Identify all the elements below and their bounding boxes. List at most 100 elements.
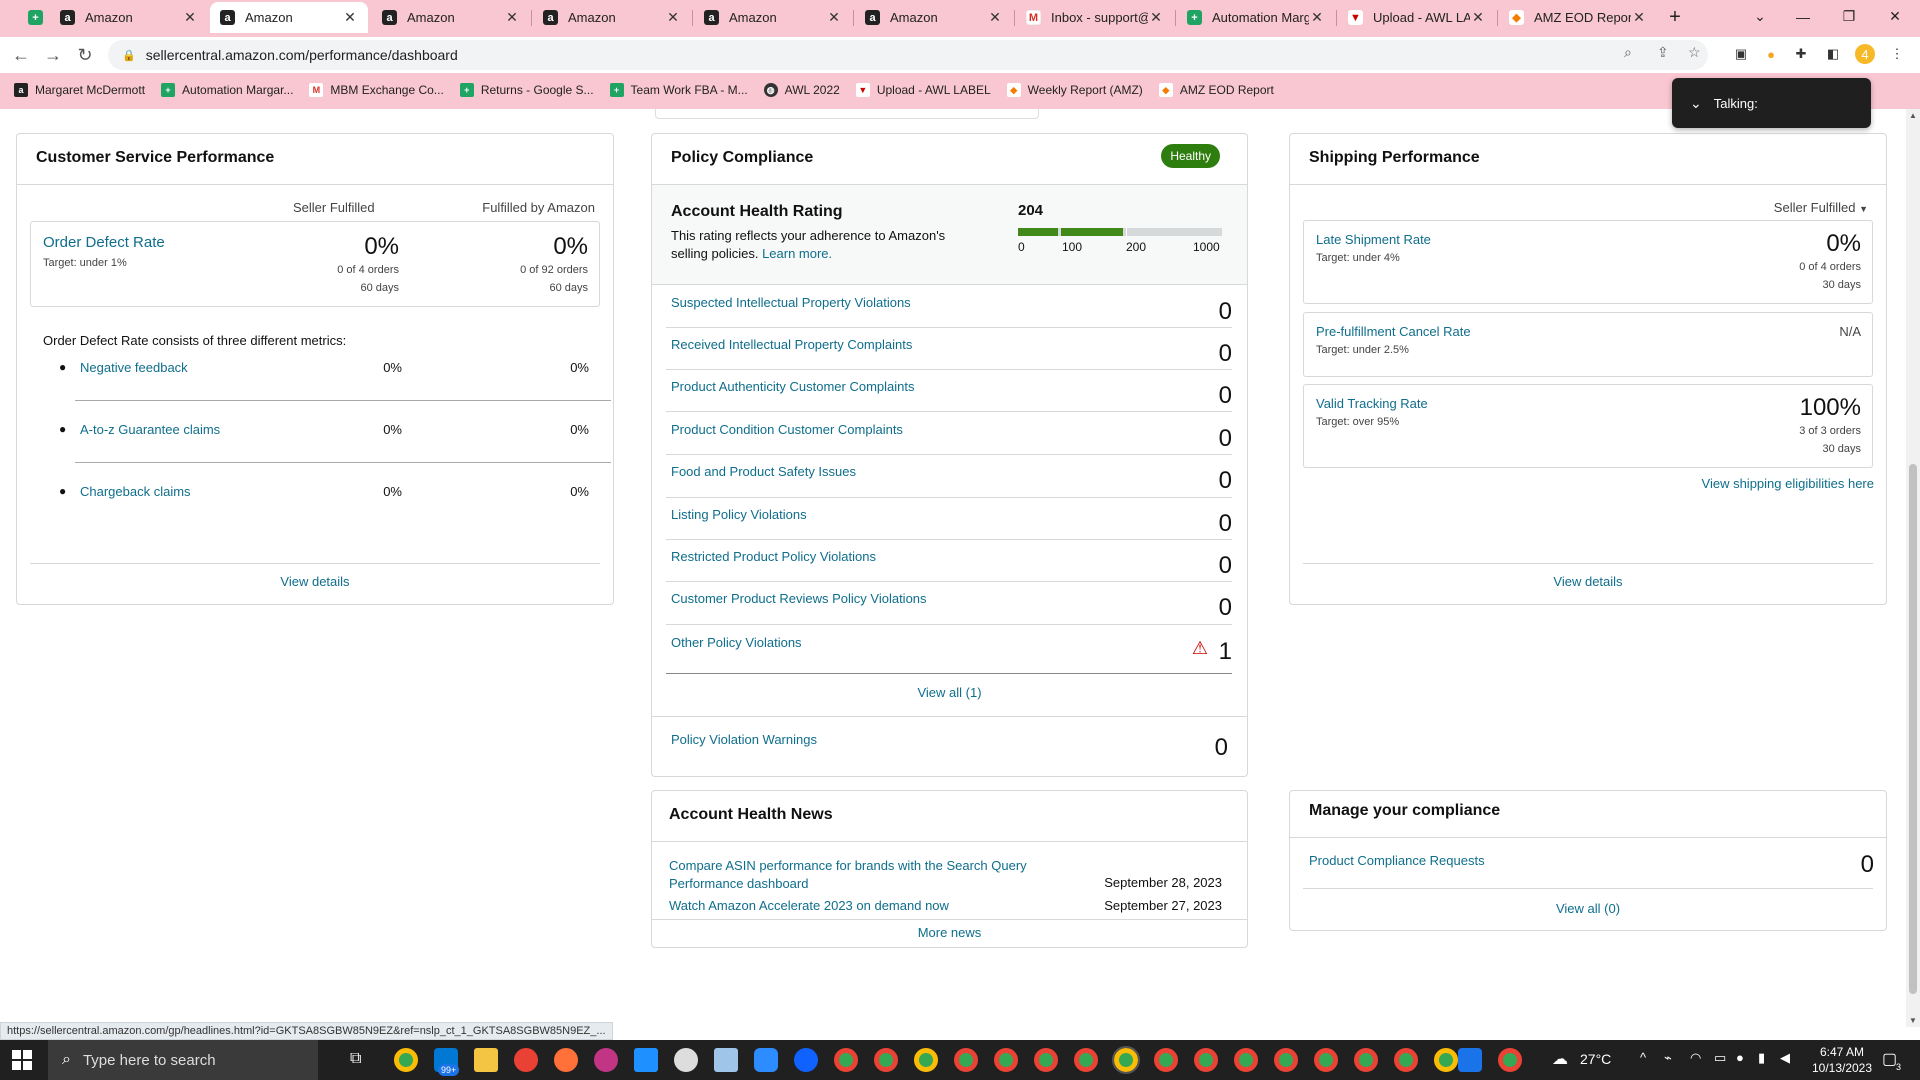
weather-temp[interactable]: 27°C xyxy=(1580,1051,1611,1067)
weather-icon[interactable]: ☁ xyxy=(1552,1049,1568,1069)
minimize-icon[interactable]: — xyxy=(1780,0,1826,33)
view-all-policy-link[interactable]: View all (1) xyxy=(652,685,1247,700)
tab-amazon-1[interactable]: a Amazon ✕ xyxy=(50,2,208,33)
close-icon[interactable]: ✕ xyxy=(182,9,198,26)
more-news-link[interactable]: More news xyxy=(652,925,1247,940)
policy-row-link[interactable]: Received Intellectual Property Complaint… xyxy=(671,337,912,352)
volume-icon[interactable]: ◀ xyxy=(1780,1050,1790,1066)
chrome-icon[interactable] xyxy=(1274,1048,1298,1072)
news-link[interactable]: Watch Amazon Accelerate 2023 on demand n… xyxy=(669,898,949,913)
learn-more-link[interactable]: Learn more. xyxy=(762,246,832,261)
bookmark-item[interactable]: ◍ AWL 2022 xyxy=(763,83,840,97)
policy-row-link[interactable]: Customer Product Reviews Policy Violatio… xyxy=(671,591,927,606)
late-shipment-link[interactable]: Late Shipment Rate xyxy=(1316,232,1431,247)
negative-feedback-link[interactable]: Negative feedback xyxy=(80,360,188,375)
close-icon[interactable]: ✕ xyxy=(342,9,358,26)
taskbar-search[interactable]: ⌕ Type here to search xyxy=(48,1040,318,1080)
policy-row-link[interactable]: Restricted Product Policy Violations xyxy=(671,549,876,564)
app-icon[interactable] xyxy=(794,1048,818,1072)
bookmark-item[interactable]: + Returns - Google S... xyxy=(459,83,594,97)
meet-icon[interactable]: ▭ xyxy=(1714,1050,1726,1066)
chrome-icon[interactable] xyxy=(1034,1048,1058,1072)
chrome-icon[interactable] xyxy=(1194,1048,1218,1072)
app-icon[interactable] xyxy=(1458,1048,1482,1072)
close-icon[interactable]: ✕ xyxy=(665,9,681,26)
chrome-icon[interactable] xyxy=(954,1048,978,1072)
network-icon[interactable]: ⌁ xyxy=(1664,1050,1672,1066)
policy-row-link[interactable]: Product Condition Customer Complaints xyxy=(671,422,903,437)
close-icon[interactable]: ✕ xyxy=(987,9,1003,26)
scroll-down-icon[interactable]: ▼ xyxy=(1909,1016,1917,1025)
app-icon[interactable] xyxy=(514,1048,538,1072)
chrome-icon[interactable] xyxy=(1234,1048,1258,1072)
chrome-icon[interactable] xyxy=(1314,1048,1338,1072)
tray-chevron-icon[interactable]: ^ xyxy=(1640,1050,1646,1065)
chrome-icon[interactable] xyxy=(914,1048,938,1072)
chrome-icon[interactable] xyxy=(1434,1048,1458,1072)
tab-amazon-3[interactable]: a Amazon ✕ xyxy=(372,2,530,33)
notification-icon[interactable]: ▢ xyxy=(1882,1049,1897,1069)
bookmark-item[interactable]: + Team Work FBA - M... xyxy=(609,83,748,97)
app-icon[interactable] xyxy=(594,1048,618,1072)
chrome-icon[interactable] xyxy=(834,1048,858,1072)
chargeback-claims-link[interactable]: Chargeback claims xyxy=(80,484,191,499)
avatar[interactable]: 4 xyxy=(1855,44,1875,64)
reload-icon[interactable]: ↻ xyxy=(71,41,99,69)
chevron-down-icon[interactable]: ⌄ xyxy=(1690,95,1702,112)
view-details-link[interactable]: View details xyxy=(1290,574,1886,589)
shipping-eligibilities-link[interactable]: View shipping eligibilities here xyxy=(1702,476,1874,491)
app-icon[interactable] xyxy=(674,1048,698,1072)
policy-row-link[interactable]: Other Policy Violations xyxy=(671,635,802,650)
puzzle-icon[interactable]: ✚ xyxy=(1791,44,1811,64)
bookmark-item[interactable]: + Automation Margar... xyxy=(161,83,293,97)
order-defect-rate-link[interactable]: Order Defect Rate xyxy=(43,234,165,251)
chrome-icon[interactable] xyxy=(1498,1048,1522,1072)
policy-row-link[interactable]: Food and Product Safety Issues xyxy=(671,464,856,479)
menu-icon[interactable]: ⋮ xyxy=(1887,44,1907,64)
tab-eod-report[interactable]: ◆ AMZ EOD Report ✕ xyxy=(1499,2,1657,33)
chrome-icon[interactable] xyxy=(394,1048,418,1072)
fulfillment-filter-dropdown[interactable]: Seller Fulfilled ▼ xyxy=(1774,200,1868,215)
chrome-icon-active[interactable] xyxy=(1112,1046,1140,1074)
task-view-icon[interactable]: ⧉ xyxy=(350,1050,361,1068)
talking-popup[interactable]: ⌄ Talking: xyxy=(1672,78,1871,128)
chrome-icon[interactable] xyxy=(1394,1048,1418,1072)
extension-icon[interactable]: ● xyxy=(1761,44,1781,64)
file-explorer-icon[interactable] xyxy=(474,1048,498,1072)
zoom-app-icon[interactable] xyxy=(754,1048,778,1072)
extension-icon[interactable]: ▣ xyxy=(1731,44,1751,64)
address-bar[interactable]: 🔒 sellercentral.amazon.com/performance/d… xyxy=(108,40,1708,70)
tab-gmail[interactable]: M Inbox - support@ ✕ xyxy=(1016,2,1174,33)
chrome-icon[interactable] xyxy=(1074,1048,1098,1072)
bookmark-item[interactable]: M MBM Exchange Co... xyxy=(309,83,444,97)
sidepanel-icon[interactable]: ◧ xyxy=(1823,44,1843,64)
mic-icon[interactable]: ● xyxy=(1736,1050,1744,1065)
window-close-icon[interactable]: ✕ xyxy=(1872,0,1918,33)
tab-upload-awl[interactable]: ▼ Upload - AWL LA ✕ xyxy=(1338,2,1496,33)
valid-tracking-link[interactable]: Valid Tracking Rate xyxy=(1316,396,1428,411)
windows-start-icon[interactable] xyxy=(12,1050,32,1070)
restore-icon[interactable]: ❐ xyxy=(1826,0,1872,33)
policy-row-link[interactable]: Product Authenticity Customer Complaints xyxy=(671,379,915,394)
tab-amazon-4[interactable]: a Amazon ✕ xyxy=(533,2,691,33)
back-icon[interactable]: ← xyxy=(7,41,35,69)
tab-amazon-6[interactable]: a Amazon ✕ xyxy=(855,2,1013,33)
close-icon[interactable]: ✕ xyxy=(1470,9,1486,26)
cancel-rate-link[interactable]: Pre-fulfillment Cancel Rate xyxy=(1316,324,1471,339)
close-icon[interactable]: ✕ xyxy=(504,9,520,26)
calculator-icon[interactable] xyxy=(634,1048,658,1072)
bookmark-item[interactable]: a Margaret McDermott xyxy=(14,83,145,97)
tab-search-icon[interactable]: ⌄ xyxy=(1735,0,1785,33)
tab-automation[interactable]: + Automation Marg ✕ xyxy=(1177,2,1335,33)
close-icon[interactable]: ✕ xyxy=(1309,9,1325,26)
forward-icon[interactable]: → xyxy=(39,41,67,69)
firefox-icon[interactable] xyxy=(554,1048,578,1072)
vertical-scrollbar[interactable]: ▲ ▼ xyxy=(1906,109,1920,1027)
bookmark-item[interactable]: ◆ Weekly Report (AMZ) xyxy=(1006,83,1143,97)
new-tab-button[interactable]: + xyxy=(1660,2,1690,33)
share-icon[interactable]: ⇪ xyxy=(1657,44,1669,61)
tab-amazon-5[interactable]: a Amazon ✕ xyxy=(694,2,852,33)
news-link[interactable]: Compare ASIN performance for brands with… xyxy=(669,857,1029,893)
view-all-compliance-link[interactable]: View all (0) xyxy=(1290,901,1886,916)
chrome-icon[interactable] xyxy=(1154,1048,1178,1072)
